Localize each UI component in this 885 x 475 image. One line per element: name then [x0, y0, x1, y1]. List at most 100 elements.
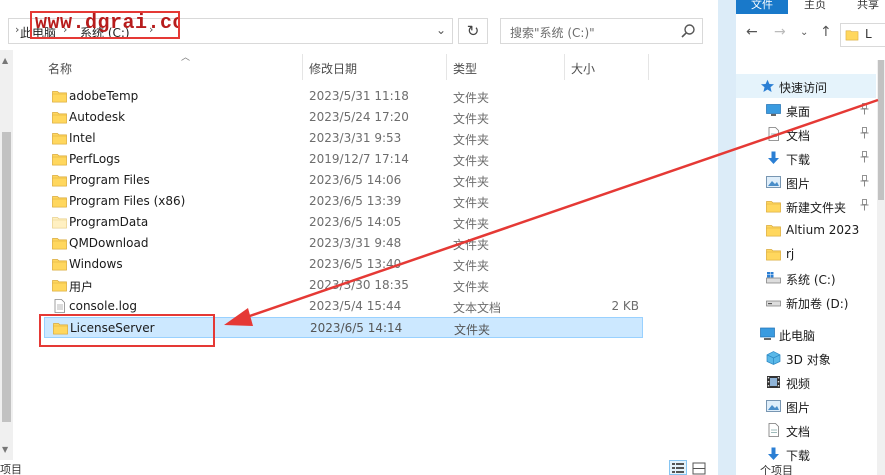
file-row[interactable]: adobeTemp 2023/5/31 11:18 文件夹 — [44, 86, 643, 107]
column-divider[interactable] — [648, 54, 649, 80]
search-placeholder: 搜索"系统 (C:)" — [510, 26, 595, 40]
file-date: 2023/6/5 13:39 — [309, 194, 402, 208]
nav-item[interactable]: 文档 — [736, 122, 876, 146]
pin-icon[interactable] — [860, 199, 869, 211]
address-bar[interactable]: L — [840, 23, 885, 47]
navigation-pane-scrollbar[interactable]: ▲ ▼ — [0, 50, 13, 475]
nav-item[interactable]: 图片 — [736, 394, 876, 418]
nav-item-label: rj — [786, 247, 795, 261]
pin-icon[interactable] — [860, 175, 869, 187]
nav-item[interactable]: 3D 对象 — [736, 346, 876, 370]
video-icon — [766, 375, 781, 389]
file-row[interactable]: Program Files 2023/6/5 14:06 文件夹 — [44, 170, 643, 191]
file-type: 文件夹 — [454, 323, 491, 337]
file-row[interactable]: Program Files (x86) 2023/6/5 13:39 文件夹 — [44, 191, 643, 212]
file-name: ProgramData — [69, 215, 149, 229]
folder-icon — [52, 110, 67, 124]
column-header-type[interactable]: 类型 — [453, 60, 477, 77]
column-header-date[interactable]: 修改日期 — [309, 60, 357, 77]
nav-item[interactable]: 此电脑 — [736, 322, 876, 346]
column-divider[interactable] — [302, 54, 303, 80]
file-type: 文件夹 — [453, 91, 490, 105]
large-icons-view-icon[interactable] — [692, 462, 706, 475]
scrollbar-thumb[interactable] — [878, 60, 884, 200]
tab-share[interactable]: 共享 — [857, 0, 879, 14]
nav-item[interactable]: 快速访问 — [736, 74, 876, 98]
nav-item[interactable]: Altium 2023 — [736, 218, 876, 242]
download-icon — [766, 151, 781, 165]
status-item-count: 项目 — [0, 463, 22, 475]
back-arrow-icon[interactable]: ← — [746, 24, 758, 40]
file-type: 文件夹 — [453, 175, 490, 189]
file-row[interactable]: 用户 2023/3/30 18:35 文件夹 — [44, 275, 643, 296]
file-type: 文件夹 — [453, 154, 490, 168]
folder-icon — [766, 199, 781, 213]
file-name: PerfLogs — [69, 152, 121, 166]
nav-item[interactable]: rj — [736, 242, 876, 266]
navigation-pane-scrollbar[interactable] — [877, 60, 885, 475]
file-row[interactable]: PerfLogs 2019/12/7 17:14 文件夹 — [44, 149, 643, 170]
scroll-down-icon[interactable]: ▼ — [2, 445, 8, 454]
folder-icon — [52, 215, 67, 229]
explorer-window-right: 文件 主页 共享 ← → ⌄ ↑ L 快速访问 桌面 文档 下载 图片 新建文件夹 Alti… — [736, 0, 885, 475]
chevron-down-icon[interactable]: ⌄ — [436, 23, 446, 37]
file-name: adobeTemp — [69, 89, 139, 103]
nav-item[interactable]: 图片 — [736, 170, 876, 194]
file-name: Windows — [69, 257, 123, 271]
search-input[interactable]: 搜索"系统 (C:)" — [500, 18, 703, 44]
tab-home[interactable]: 主页 — [804, 0, 826, 14]
file-name: console.log — [69, 299, 137, 313]
nav-item[interactable]: 系统 (C:) — [736, 266, 876, 290]
folder-icon — [766, 223, 781, 237]
nav-item[interactable]: 桌面 — [736, 98, 876, 122]
nav-item[interactable]: 新加卷 (D:) — [736, 290, 876, 314]
watermark-stamp: www.dgrai.com — [30, 11, 180, 39]
file-row[interactable]: ProgramData 2023/6/5 14:05 文件夹 — [44, 212, 643, 233]
nav-item[interactable]: 新建文件夹 — [736, 194, 876, 218]
document-icon — [766, 127, 781, 141]
nav-item[interactable]: 文档 — [736, 418, 876, 442]
column-header-name[interactable]: 名称 — [48, 60, 72, 77]
nav-item-label: 新建文件夹 — [786, 201, 847, 215]
nav-item-label: 图片 — [786, 401, 811, 415]
file-row[interactable]: Autodesk 2023/5/24 17:20 文件夹 — [44, 107, 643, 128]
column-header-size[interactable]: 大小 — [571, 60, 595, 77]
details-view-button[interactable] — [669, 460, 687, 475]
file-row[interactable]: Windows 2023/6/5 13:40 文件夹 — [44, 254, 643, 275]
sort-ascending-icon: ︿ — [181, 53, 191, 63]
refresh-button[interactable]: ↻ — [458, 18, 488, 44]
file-date: 2019/12/7 17:14 — [309, 152, 409, 166]
nav-item[interactable]: 视频 — [736, 370, 876, 394]
file-date: 2023/3/30 18:35 — [309, 278, 409, 292]
star-icon — [760, 79, 775, 93]
ribbon-tabs: 文件 主页 共享 — [736, 0, 885, 14]
file-date: 2023/6/5 14:06 — [309, 173, 402, 187]
pin-icon[interactable] — [860, 151, 869, 163]
file-type: 文件夹 — [453, 259, 490, 273]
pin-icon[interactable] — [860, 127, 869, 139]
column-divider[interactable] — [564, 54, 565, 80]
scrollbar-thumb[interactable] — [2, 132, 11, 422]
navigation-bar: ← → ⌄ ↑ L — [736, 15, 885, 55]
breadcrumb-chevron-icon[interactable]: › — [15, 23, 19, 36]
folder-icon — [52, 278, 67, 292]
pin-icon[interactable] — [860, 103, 869, 115]
up-arrow-icon[interactable]: ↑ — [820, 24, 832, 40]
nav-item[interactable]: 下载 — [736, 146, 876, 170]
folder-icon — [52, 257, 67, 271]
window-gap — [718, 0, 736, 475]
tab-file[interactable]: 文件 — [736, 0, 788, 14]
desktop-icon — [766, 103, 781, 117]
file-row[interactable]: QMDownload 2023/3/31 9:48 文件夹 — [44, 233, 643, 254]
forward-arrow-icon[interactable]: → — [774, 24, 786, 40]
file-type: 文件夹 — [453, 280, 490, 294]
document-icon — [766, 423, 781, 437]
file-row[interactable]: Intel 2023/3/31 9:53 文件夹 — [44, 128, 643, 149]
scroll-up-icon[interactable]: ▲ — [2, 56, 8, 65]
column-divider[interactable] — [446, 54, 447, 80]
file-date: 2023/5/4 15:44 — [309, 299, 402, 313]
recent-locations-chevron-icon[interactable]: ⌄ — [800, 27, 808, 38]
nav-item-label: 文档 — [786, 425, 811, 439]
nav-item-label: Altium 2023 — [786, 223, 860, 237]
file-date: 2023/5/31 11:18 — [309, 89, 409, 103]
